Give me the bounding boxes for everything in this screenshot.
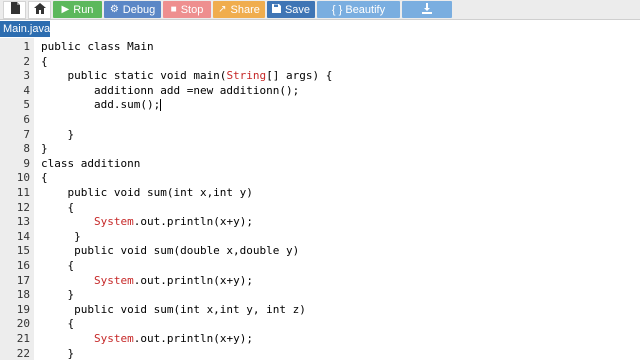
home-icon: [33, 1, 46, 19]
line-number: 8: [23, 142, 30, 156]
save-label: Save: [284, 3, 311, 16]
code-line[interactable]: 13 System.out.println(x+y);: [0, 215, 640, 230]
bug-icon: ⚙: [109, 3, 119, 15]
code-text: }: [41, 142, 48, 156]
code-line[interactable]: 6: [0, 113, 640, 128]
home-button[interactable]: [28, 0, 51, 19]
line-number: 16: [16, 259, 30, 272]
code-line[interactable]: 9 class additionn: [0, 157, 640, 172]
beautify-button[interactable]: { } Beautify: [317, 1, 400, 18]
code-text: {: [41, 200, 75, 214]
line-number: 10: [16, 171, 30, 185]
code-text: {: [41, 171, 48, 185]
code-line[interactable]: 22 }: [0, 347, 640, 360]
code-text: {: [41, 259, 75, 272]
code-line[interactable]: 15 public void sum(double x,double y): [0, 244, 640, 259]
code-line[interactable]: 16 {: [0, 259, 640, 274]
code-text: {: [41, 317, 75, 331]
code-text: }: [41, 288, 75, 302]
code-text: additionn add =new additionn();: [41, 83, 300, 97]
code-text: System.out.println(x+y);: [93, 332, 253, 345]
code-line[interactable]: 10 {: [0, 171, 640, 186]
code-text: public static void main(String[] args) {: [41, 69, 333, 83]
run-button[interactable]: ▶ Run: [53, 1, 102, 18]
code-editor[interactable]: 1 public class Main 2{3 public static void…: [0, 38, 640, 360]
line-number: 22: [16, 346, 30, 360]
line-number: 1: [23, 40, 30, 53]
line-number: 13: [16, 215, 30, 229]
line-number: 15: [16, 244, 30, 258]
file-icon: [10, 1, 20, 19]
stop-icon: ■: [170, 3, 177, 15]
code-line[interactable]: 21 System.out.println(x+y);: [0, 332, 640, 347]
line-number: 14: [16, 229, 30, 243]
run-label: Run: [73, 3, 94, 16]
code-text: add.sum();: [41, 98, 162, 112]
code-line[interactable]: 5 add.sum();: [0, 98, 640, 113]
code-text: public void sum(double x,double y): [41, 244, 300, 258]
beautify-label: { } Beautify: [331, 3, 386, 16]
code-line[interactable]: 17 System.out.println(x+y);: [0, 274, 640, 289]
play-icon: ▶: [61, 3, 70, 15]
floppy-disk-icon: [271, 3, 281, 16]
new-file-button[interactable]: [3, 0, 26, 19]
line-number: 9: [23, 156, 30, 170]
file-tab-label: Main.java: [3, 23, 51, 35]
code-text: System.out.println(x+y);: [93, 215, 253, 229]
line-number: 12: [16, 200, 30, 214]
code-text: {: [41, 54, 48, 68]
line-number: 3: [23, 69, 30, 83]
code-line[interactable]: 4 additionn add =new additionn();: [0, 84, 640, 99]
line-number: 6: [23, 113, 30, 126]
stop-button[interactable]: ■ Stop: [163, 1, 211, 18]
code-text: public class Main: [41, 40, 154, 53]
line-number: 5: [23, 98, 30, 112]
stop-label: Stop: [180, 3, 204, 16]
code-line[interactable]: 3 public static void main(String[] args)…: [0, 69, 640, 84]
code-text: public void sum(int x,int y, int z): [41, 302, 306, 316]
line-number: 20: [16, 317, 30, 331]
code-line[interactable]: 2{: [0, 55, 640, 70]
code-line[interactable]: 8}: [0, 142, 640, 157]
line-number: 7: [23, 127, 30, 141]
line-number: 17: [16, 273, 30, 287]
line-number: 11: [16, 186, 30, 199]
line-number: 2: [23, 54, 30, 68]
share-icon: ↗: [218, 3, 227, 15]
line-number: 21: [16, 332, 30, 345]
code-text: }: [41, 346, 75, 360]
line-number: 19: [16, 302, 30, 316]
code-text: }: [41, 229, 81, 243]
code-text: public void sum(int x,int y): [41, 186, 253, 199]
line-number: 4: [23, 83, 30, 97]
debug-button[interactable]: ⚙ Debug: [104, 1, 161, 18]
code-text: }: [41, 127, 75, 141]
code-line[interactable]: 19 public void sum(int x,int y, int z): [0, 303, 640, 318]
share-button[interactable]: ↗ Share: [213, 1, 265, 18]
code-line[interactable]: 11 public void sum(int x,int y): [0, 186, 640, 201]
code-text: System.out.println(x+y);: [93, 273, 253, 287]
toolbar: ▶ Run ⚙ Debug ■ Stop ↗ Share Save { } Be…: [0, 0, 640, 20]
line-number: 18: [16, 288, 30, 302]
code-line[interactable]: 7 }: [0, 128, 640, 143]
save-button[interactable]: Save: [267, 1, 315, 18]
code-line[interactable]: 20 {: [0, 317, 640, 332]
debug-label: Debug: [122, 3, 156, 16]
code-line[interactable]: 18 }: [0, 288, 640, 303]
code-line[interactable]: 14 }: [0, 230, 640, 245]
download-icon: [422, 2, 432, 17]
download-button[interactable]: [402, 1, 452, 18]
text-cursor: [160, 99, 162, 112]
code-line[interactable]: 1 public class Main: [0, 40, 640, 55]
share-label: Share: [230, 3, 260, 16]
file-tab[interactable]: Main.java: [0, 21, 50, 37]
code-line[interactable]: 12 {: [0, 201, 640, 216]
code-text: class additionn: [41, 156, 141, 170]
